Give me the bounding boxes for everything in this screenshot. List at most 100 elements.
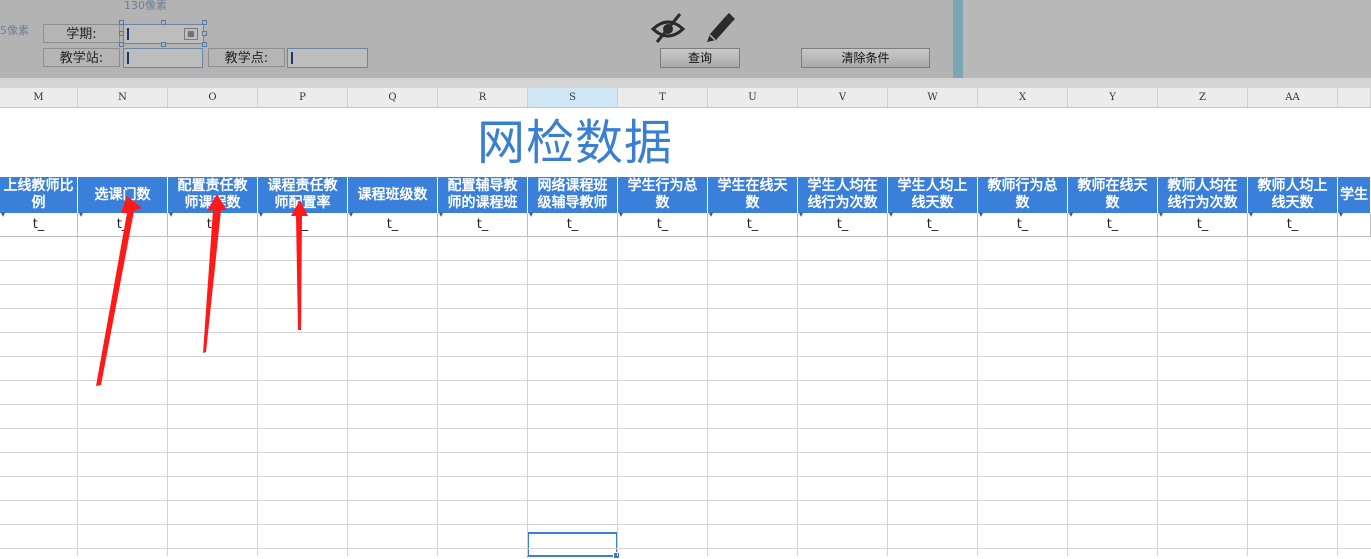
text-caret <box>127 52 129 64</box>
column-header[interactable]: 上线教师比例 <box>0 177 78 213</box>
column-letter-w[interactable]: W <box>888 88 978 107</box>
selection-handle[interactable] <box>119 20 124 25</box>
expand-marker-icon: ▾ <box>259 210 264 219</box>
selection-handle[interactable] <box>161 42 166 47</box>
query-button[interactable]: 查询 <box>660 48 740 68</box>
column-letter-s[interactable]: S <box>528 88 618 107</box>
column-header[interactable]: 配置辅导教 师的课程班 <box>438 177 528 213</box>
calendar-icon[interactable]: ▦ <box>184 28 198 40</box>
clear-conditions-button[interactable]: 清除条件 <box>801 48 930 68</box>
panel-empty-area <box>963 0 1371 78</box>
grid-row-line <box>0 284 1371 285</box>
field-cell[interactable]: ▾ t_ <box>348 210 438 236</box>
expand-marker-icon: ▾ <box>1 210 6 219</box>
column-header[interactable]: 网络课程班 级辅导教师 <box>528 177 618 213</box>
field-cell[interactable]: ▾ t_ <box>0 210 78 236</box>
column-header[interactable]: 教师人均上 线天数 <box>1248 177 1338 213</box>
column-letter-next[interactable] <box>1338 88 1371 107</box>
field-value: t_ <box>206 217 219 232</box>
selection-handle[interactable] <box>161 20 166 25</box>
field-cell[interactable]: ▾ t_ <box>1068 211 1158 236</box>
field-value: t_ <box>656 217 669 232</box>
field-cell[interactable]: ▾ t_ <box>168 211 258 236</box>
column-header-line: 数 <box>1105 195 1120 211</box>
column-header[interactable]: 课程责任教 师配置率 <box>258 177 348 213</box>
selected-cell[interactable] <box>527 532 620 559</box>
field-cell[interactable]: ▾ t_ <box>798 210 888 236</box>
column-header-line: 配置辅导教 <box>447 178 518 194</box>
column-header[interactable]: 课程班级数 <box>348 177 438 213</box>
grid-row-line <box>0 308 1371 309</box>
field-cell[interactable]: ▾ t_ <box>708 211 798 236</box>
column-letter-z[interactable]: Z <box>1158 88 1248 107</box>
expand-marker-icon: ▾ <box>799 210 804 219</box>
field-cell[interactable]: ▾ t_ <box>1158 211 1248 236</box>
column-letter-aa[interactable]: AA <box>1248 88 1338 107</box>
column-letter-t[interactable]: T <box>618 88 708 107</box>
grid-row-line <box>0 452 1371 453</box>
grid-column-line <box>617 237 618 556</box>
grid-column-line <box>1067 237 1068 556</box>
column-header[interactable]: 配置责任教 师课程数 <box>168 177 258 213</box>
column-letter-v[interactable]: V <box>798 88 888 107</box>
selection-handle[interactable] <box>202 42 207 47</box>
term-input[interactable]: ▦ <box>123 24 204 44</box>
column-header-line: 网络课程班 <box>537 178 608 194</box>
point-input[interactable] <box>287 48 368 68</box>
column-header[interactable]: 学生在线天数 <box>708 177 798 213</box>
field-cell[interactable]: ▾ t_ <box>258 210 348 236</box>
column-letter-r[interactable]: R <box>438 88 528 107</box>
field-cell[interactable]: ▾ t_ <box>1248 211 1338 236</box>
pencil-icon[interactable] <box>704 10 736 44</box>
field-cell[interactable]: ▾ t_ <box>978 211 1068 236</box>
column-header-line: 线行为次数 <box>1167 195 1238 211</box>
selection-handle[interactable] <box>119 42 124 47</box>
selection-handle[interactable] <box>202 31 207 36</box>
grid-row-line <box>0 500 1371 501</box>
column-header[interactable]: 教师人均在 线行为次数 <box>1158 177 1248 213</box>
column-letter-n[interactable]: N <box>78 88 168 107</box>
eye-slash-icon[interactable] <box>650 12 686 44</box>
field-value: t_ <box>296 217 309 232</box>
field-value: t_ <box>386 217 399 232</box>
selection-handle[interactable] <box>119 31 124 36</box>
selection-handle[interactable] <box>202 20 207 25</box>
cell-grid[interactable] <box>0 237 1371 559</box>
column-header[interactable]: 教师在线天数 <box>1068 177 1158 213</box>
column-header-line: 课程责任教 <box>267 178 338 194</box>
field-cell[interactable]: ▾ t_ <box>438 211 528 236</box>
field-value: t_ <box>836 217 849 232</box>
column-header-line: 师的课程班 <box>447 195 518 211</box>
column-header[interactable]: 学生 <box>1338 177 1371 213</box>
column-header-line: 学生行为总 <box>627 178 698 194</box>
column-letter-m[interactable]: M <box>0 88 78 107</box>
grid-row-line <box>0 332 1371 333</box>
field-value: t_ <box>746 217 759 232</box>
expand-marker-icon: ▾ <box>79 210 84 219</box>
column-letter-y[interactable]: Y <box>1068 88 1158 107</box>
column-header[interactable]: 教师行为总数 <box>978 177 1068 213</box>
field-cell[interactable]: ▾ t_ <box>78 210 168 236</box>
expand-marker-icon: ▾ <box>349 210 354 219</box>
column-header-line: 例 <box>31 195 46 211</box>
column-letter-x[interactable]: X <box>978 88 1068 107</box>
column-letter-q[interactable]: Q <box>348 88 438 107</box>
column-header[interactable]: 学生行为总数 <box>618 177 708 213</box>
column-header-line: 学生人均上 <box>897 178 968 194</box>
field-value: t_ <box>476 217 489 232</box>
field-cell[interactable]: ▾ t_ <box>888 211 978 236</box>
station-input[interactable] <box>123 48 203 68</box>
field-cell[interactable]: ▾ t_ <box>618 211 708 236</box>
column-letter-u[interactable]: U <box>708 88 798 107</box>
field-cell[interactable]: ▾ <box>1338 211 1371 236</box>
field-cell[interactable]: ▾ t_ <box>528 211 618 236</box>
column-header[interactable]: 学生人均上 线天数 <box>888 177 978 213</box>
field-value: t_ <box>116 217 129 232</box>
column-header-line: 教师行为总 <box>987 178 1058 194</box>
column-letter-p[interactable]: P <box>258 88 348 107</box>
grid-column-line <box>257 237 258 556</box>
column-header[interactable]: 学生人均在 线行为次数 <box>798 177 888 213</box>
column-letter-o[interactable]: O <box>168 88 258 107</box>
pixel-width-note: 130像素 <box>124 0 167 12</box>
column-header[interactable]: 选课门数 <box>78 177 168 213</box>
